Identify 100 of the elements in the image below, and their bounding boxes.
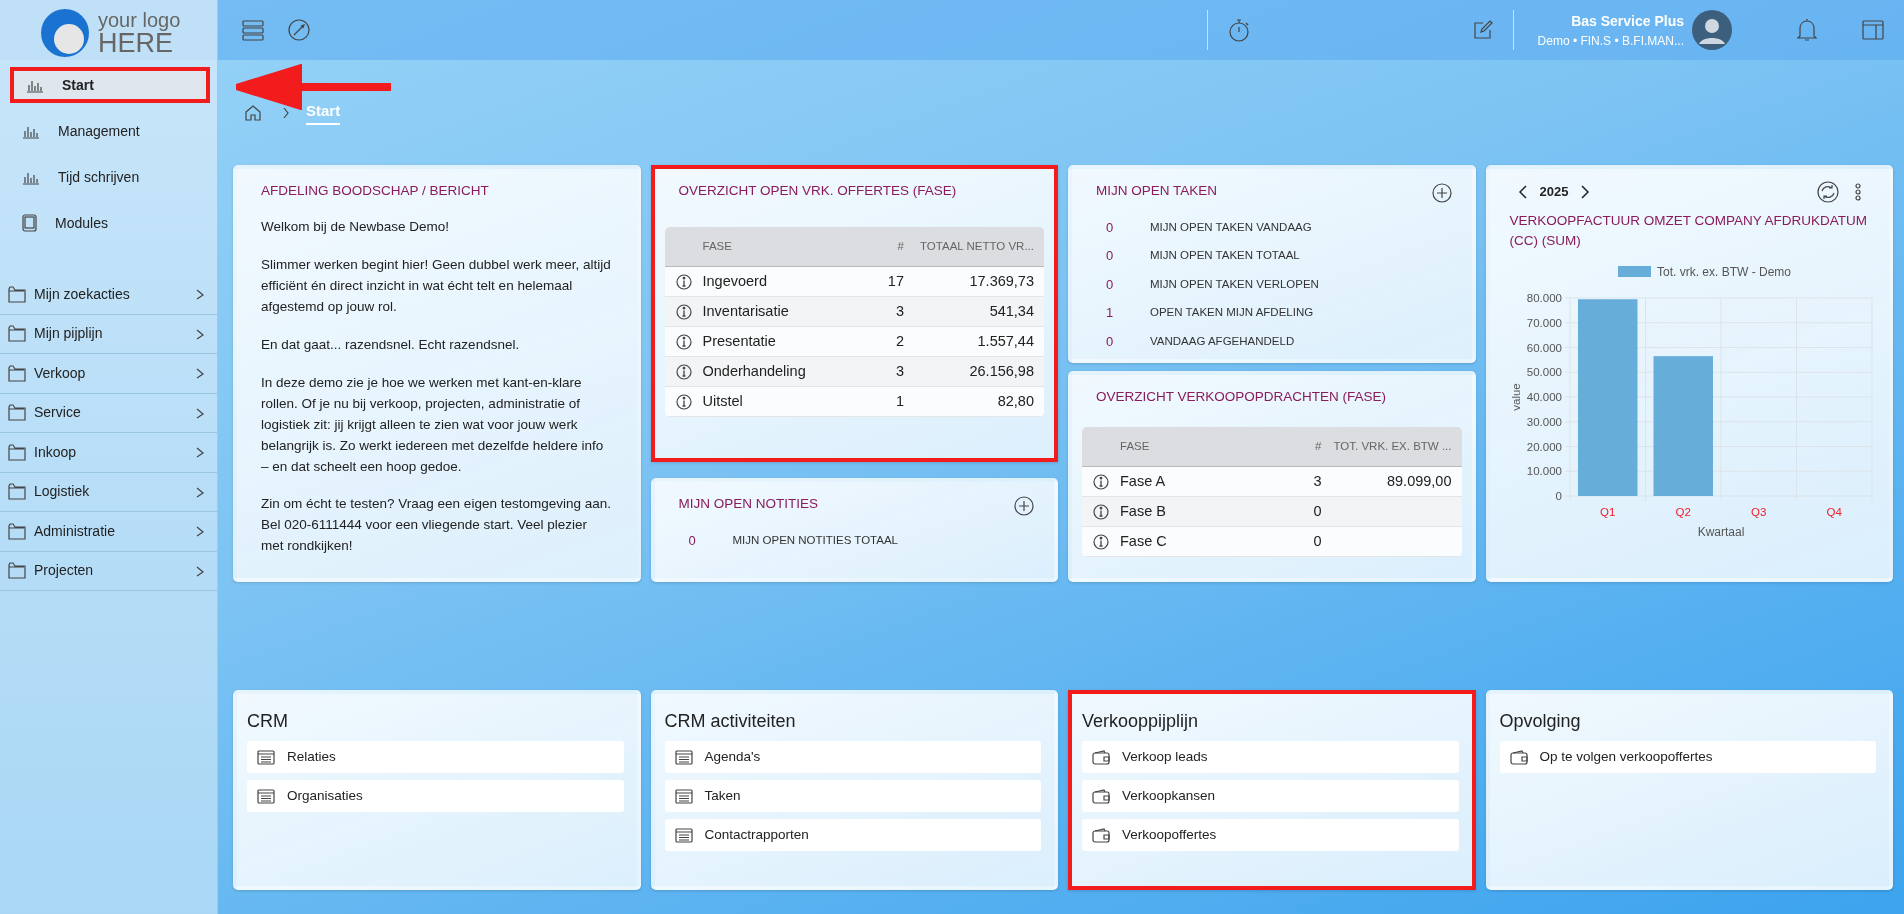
column-header: # <box>896 239 904 255</box>
sidebar-folder[interactable]: Inkoop <box>0 433 217 473</box>
tile-link[interactable]: Verkoop leads <box>1082 741 1459 773</box>
table-cell-text: Ingevoerd <box>702 271 768 291</box>
folder-icon <box>8 364 26 382</box>
tile-link[interactable]: Taken <box>664 780 1041 812</box>
y-axis-title: value <box>1509 382 1522 411</box>
column-header: # <box>1314 439 1322 455</box>
chevron-icon <box>282 106 290 119</box>
folder-icon <box>8 522 26 540</box>
wallet-icon <box>1092 788 1110 804</box>
refresh-icon <box>1817 181 1839 203</box>
plus-circle-icon <box>1431 183 1452 203</box>
table-cell-text: 1 <box>894 391 904 411</box>
logo-text: your logo HERE <box>98 9 181 57</box>
chevron-right-icon <box>1580 185 1591 199</box>
x-tick-label: Q4 <box>1826 505 1842 518</box>
y-tick-label: 20.000 <box>1526 440 1562 452</box>
compass-icon <box>288 19 310 41</box>
info-icon <box>1093 533 1109 550</box>
tile-group-title: CRM activiteiten <box>663 710 797 733</box>
info-icon <box>1093 473 1109 490</box>
tile-link[interactable]: Verkoopoffertes <box>1082 819 1459 851</box>
count-label: VANDAAG AFGEHANDELD <box>1150 333 1295 349</box>
y-tick-label: 0 <box>1555 489 1562 502</box>
stopwatch-icon <box>1227 18 1250 42</box>
folder-icon <box>8 285 26 303</box>
column-header: FASE <box>1120 439 1151 455</box>
folder-icon <box>8 325 26 343</box>
tile-link[interactable]: Verkoopkansen <box>1082 780 1459 812</box>
count-label: MIJN OPEN NOTITIES TOTAAL <box>732 532 898 548</box>
sidebar-item[interactable]: Tijd schrijven <box>10 159 210 195</box>
home-icon <box>244 103 262 122</box>
tile-link[interactable]: Contactrapporten <box>664 819 1041 851</box>
info-icon <box>675 273 692 290</box>
avatar <box>1692 10 1732 50</box>
y-tick-label: 30.000 <box>1526 415 1562 428</box>
count-value: 1 <box>1106 304 1115 323</box>
table-cell-text: 17.369,73 <box>968 271 1035 291</box>
edit-icon <box>1472 20 1493 40</box>
breadcrumb-current: Start <box>306 100 341 125</box>
table-cell-text: Fase A <box>1120 471 1167 491</box>
chevron-icon <box>195 367 205 380</box>
table-cell-text: Fase C <box>1120 531 1168 551</box>
sidebar-folder[interactable]: Verkoop <box>0 354 217 394</box>
wallet-icon <box>1092 749 1110 765</box>
info-icon <box>1093 503 1109 520</box>
sidebar-folder[interactable]: Mijn pijplijn <box>0 314 217 354</box>
list-icon <box>674 788 693 804</box>
sidebar-folder[interactable]: Administratie <box>0 512 217 552</box>
sidebar-item[interactable]: Modules <box>10 205 210 241</box>
y-tick-label: 50.000 <box>1526 365 1562 378</box>
info-icon <box>675 363 692 380</box>
x-tick-label: Q2 <box>1675 505 1691 518</box>
logo-icon <box>40 8 90 58</box>
message-paragraph: Slimmer werken begint hier! Geen dubbel werk meer, altijd efficiënt én direct inzicht in wat écht telt en helemaal afgestemd op jouw rol. <box>261 256 612 316</box>
table-cell-text: 82,80 <box>996 391 1035 411</box>
sidebar-folder[interactable]: Projecten <box>0 551 217 591</box>
message-paragraph: Welkom bij de Newbase Demo! <box>261 218 451 237</box>
sidebar-folder[interactable]: Logistiek <box>0 472 217 512</box>
sidebar-item[interactable]: Start <box>10 67 210 103</box>
tile-link[interactable]: Organisaties <box>247 780 624 812</box>
chevron-icon <box>195 288 205 301</box>
y-tick-label: 10.000 <box>1526 464 1562 477</box>
sidebar-folder[interactable]: Service <box>0 393 217 433</box>
sidebar-item[interactable]: Management <box>10 113 210 149</box>
table-cell-text: Fase B <box>1120 501 1167 521</box>
list-icon <box>674 827 693 843</box>
folder-icon <box>8 404 26 422</box>
count-value: 0 <box>1106 218 1115 237</box>
info-icon <box>675 393 692 410</box>
chevron-icon <box>195 406 205 419</box>
info-icon <box>675 303 692 320</box>
chevron-icon <box>195 327 205 340</box>
table-cell-text: 0 <box>1312 501 1322 521</box>
sidebar-folder[interactable]: Mijn zoekacties <box>0 275 217 315</box>
list-icon <box>674 749 693 765</box>
list-icon <box>257 749 275 765</box>
table-cell-text: 3 <box>894 301 904 321</box>
tile-link[interactable]: Agenda's <box>664 741 1041 773</box>
y-tick-label: 60.000 <box>1526 341 1562 353</box>
message-paragraph: En dat gaat... razendsnel. Echt razendsnel. <box>261 335 521 354</box>
card-title: MIJN OPEN TAKEN <box>1095 182 1219 200</box>
chevron-icon <box>195 446 205 459</box>
table-cell-text: Onderhandeling <box>702 361 807 381</box>
chevron-icon <box>195 485 205 498</box>
tile-link[interactable]: Relaties <box>247 741 624 773</box>
table-cell-text: 17 <box>886 271 904 291</box>
user-details: Demo • FIN.S • B.FI.MAN... <box>1537 32 1684 50</box>
tile-group-title: Verkooppijplijn <box>1081 710 1200 733</box>
list-icon <box>257 788 275 804</box>
table-cell-text: Inventarisatie <box>702 301 790 321</box>
tile-group-title: CRM <box>246 710 289 733</box>
tile-link[interactable]: Op te volgen verkoopoffertes <box>1499 741 1876 773</box>
user-name: Bas Service Plus <box>1570 11 1684 31</box>
wallet-icon <box>1092 827 1110 843</box>
count-value: 0 <box>1106 332 1115 351</box>
y-tick-label: 80.000 <box>1526 291 1562 304</box>
count-value: 0 <box>688 531 697 550</box>
y-tick-label: 70.000 <box>1526 316 1562 329</box>
